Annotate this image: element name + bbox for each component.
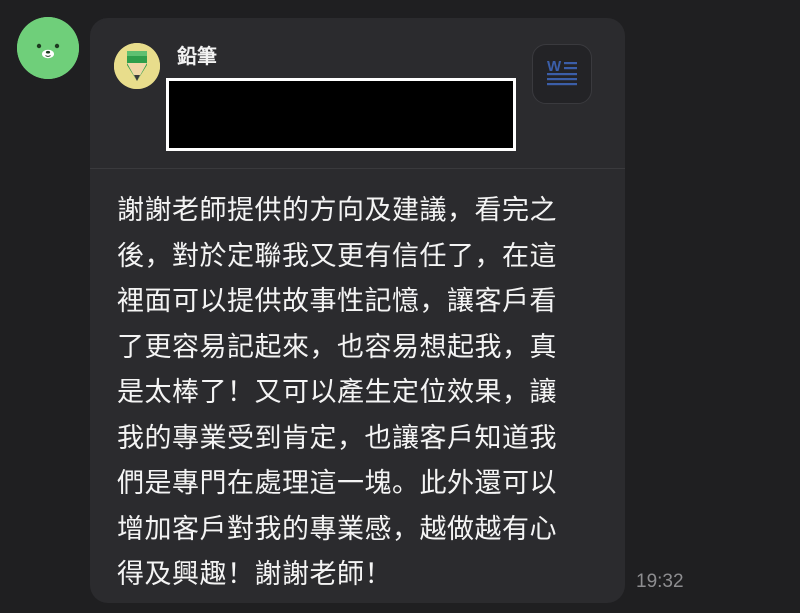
message-line: 得及興趣！謝謝老師！ [117,559,392,590]
contact-avatar[interactable] [17,17,79,79]
message-line: 我的專業受到肯定，也讓客戶知道我 [117,422,557,454]
message-line: 謝謝老師提供的方向及建議，看完之 [117,195,557,226]
message-line: 們是專門在處理這一塊。此外還可以 [117,468,557,499]
message-line: 增加客戶對我的專業感，越做越有心 [117,513,557,545]
message-line: 裡面可以提供故事性記憶，讓客戶看 [117,286,557,317]
sender-name: 鉛筆 [177,44,217,68]
word-document-icon[interactable]: W [532,44,592,104]
sender-avatar [114,43,160,89]
bear-face-icon [17,17,79,79]
pencil-icon [114,43,160,89]
shared-file-card[interactable]: 鉛筆 W [90,18,625,168]
message-line: 是太棒了！又可以產生定位效果，讓 [117,377,557,408]
message-text: 謝謝老師提供的方向及建議，看完之 後，對於定聯我又更有信任了，在這 裡面可以提供… [117,188,597,598]
bubble-divider [90,168,625,169]
svg-text:W: W [547,58,562,75]
redacted-file-name [166,78,516,151]
word-file-icon: W [547,58,577,86]
message-line: 後，對於定聯我又更有信任了，在這 [117,240,557,272]
message-timestamp: 19:32 [636,571,684,592]
message-line: 了更容易記起來，也容易想起我，真 [117,331,557,363]
